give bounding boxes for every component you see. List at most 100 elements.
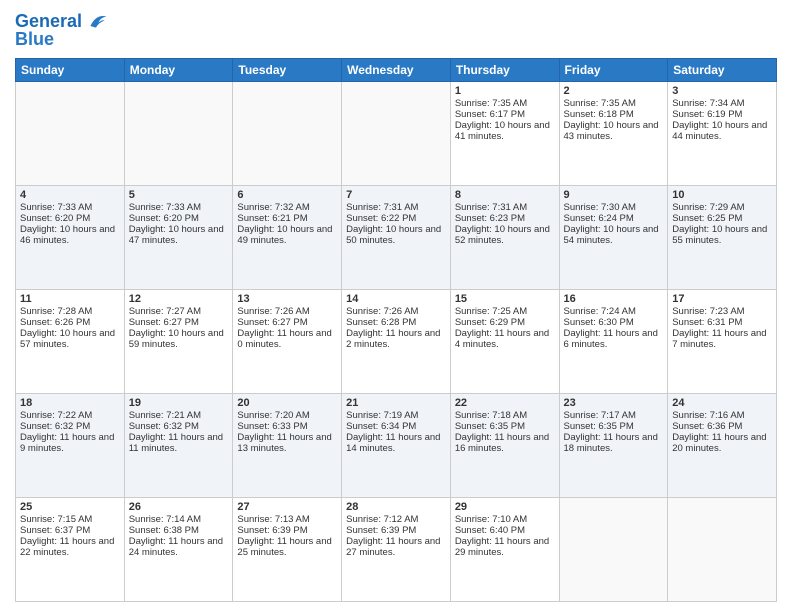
day-info-line: Sunset: 6:17 PM	[455, 109, 555, 120]
day-number: 11	[20, 293, 120, 305]
day-info-line: Daylight: 11 hours and 25 minutes.	[237, 536, 337, 558]
day-info-line: Sunrise: 7:29 AM	[672, 202, 772, 213]
day-info-line: Daylight: 11 hours and 11 minutes.	[129, 432, 229, 454]
day-number: 5	[129, 189, 229, 201]
day-info-line: Daylight: 10 hours and 47 minutes.	[129, 224, 229, 246]
day-number: 12	[129, 293, 229, 305]
day-info-line: Daylight: 10 hours and 55 minutes.	[672, 224, 772, 246]
day-info-line: Sunset: 6:32 PM	[20, 421, 120, 432]
day-number: 1	[455, 85, 555, 97]
day-info-line: Sunrise: 7:16 AM	[672, 410, 772, 421]
day-info-line: Sunset: 6:20 PM	[129, 213, 229, 224]
day-info-line: Sunrise: 7:10 AM	[455, 514, 555, 525]
day-number: 23	[564, 397, 664, 409]
week-row-4: 18Sunrise: 7:22 AMSunset: 6:32 PMDayligh…	[16, 393, 777, 497]
day-info-line: Daylight: 11 hours and 2 minutes.	[346, 328, 446, 350]
calendar-header-row: SundayMondayTuesdayWednesdayThursdayFrid…	[16, 58, 777, 81]
day-info-line: Daylight: 10 hours and 50 minutes.	[346, 224, 446, 246]
calendar-cell: 8Sunrise: 7:31 AMSunset: 6:23 PMDaylight…	[450, 185, 559, 289]
day-info-line: Sunrise: 7:21 AM	[129, 410, 229, 421]
calendar-cell: 2Sunrise: 7:35 AMSunset: 6:18 PMDaylight…	[559, 81, 668, 185]
day-info-line: Daylight: 11 hours and 29 minutes.	[455, 536, 555, 558]
day-number: 13	[237, 293, 337, 305]
day-number: 18	[20, 397, 120, 409]
day-info-line: Sunset: 6:21 PM	[237, 213, 337, 224]
day-number: 20	[237, 397, 337, 409]
day-info-line: Sunset: 6:30 PM	[564, 317, 664, 328]
day-info-line: Sunset: 6:24 PM	[564, 213, 664, 224]
day-header-thursday: Thursday	[450, 58, 559, 81]
day-info-line: Daylight: 10 hours and 43 minutes.	[564, 120, 664, 142]
calendar-cell: 13Sunrise: 7:26 AMSunset: 6:27 PMDayligh…	[233, 289, 342, 393]
calendar-cell: 1Sunrise: 7:35 AMSunset: 6:17 PMDaylight…	[450, 81, 559, 185]
day-info-line: Sunrise: 7:26 AM	[237, 306, 337, 317]
day-info-line: Sunset: 6:36 PM	[672, 421, 772, 432]
day-info-line: Daylight: 11 hours and 24 minutes.	[129, 536, 229, 558]
week-row-1: 1Sunrise: 7:35 AMSunset: 6:17 PMDaylight…	[16, 81, 777, 185]
day-info-line: Sunset: 6:20 PM	[20, 213, 120, 224]
logo-blue-text: Blue	[15, 30, 54, 50]
day-number: 14	[346, 293, 446, 305]
day-info-line: Sunset: 6:23 PM	[455, 213, 555, 224]
day-info-line: Daylight: 10 hours and 52 minutes.	[455, 224, 555, 246]
calendar-cell: 18Sunrise: 7:22 AMSunset: 6:32 PMDayligh…	[16, 393, 125, 497]
day-number: 29	[455, 501, 555, 513]
day-header-tuesday: Tuesday	[233, 58, 342, 81]
week-row-5: 25Sunrise: 7:15 AMSunset: 6:37 PMDayligh…	[16, 497, 777, 601]
day-info-line: Sunset: 6:39 PM	[237, 525, 337, 536]
day-info-line: Sunrise: 7:12 AM	[346, 514, 446, 525]
day-info-line: Daylight: 11 hours and 9 minutes.	[20, 432, 120, 454]
day-info-line: Sunrise: 7:13 AM	[237, 514, 337, 525]
day-info-line: Daylight: 10 hours and 57 minutes.	[20, 328, 120, 350]
day-info-line: Daylight: 11 hours and 7 minutes.	[672, 328, 772, 350]
calendar-cell: 4Sunrise: 7:33 AMSunset: 6:20 PMDaylight…	[16, 185, 125, 289]
day-info-line: Daylight: 11 hours and 27 minutes.	[346, 536, 446, 558]
page: General Blue SundayMondayTuesdayWednesda…	[0, 0, 792, 612]
day-info-line: Daylight: 10 hours and 46 minutes.	[20, 224, 120, 246]
day-info-line: Sunset: 6:22 PM	[346, 213, 446, 224]
day-number: 7	[346, 189, 446, 201]
week-row-3: 11Sunrise: 7:28 AMSunset: 6:26 PMDayligh…	[16, 289, 777, 393]
calendar-cell: 28Sunrise: 7:12 AMSunset: 6:39 PMDayligh…	[342, 497, 451, 601]
day-number: 19	[129, 397, 229, 409]
header: General Blue	[15, 10, 777, 50]
day-info-line: Sunset: 6:35 PM	[564, 421, 664, 432]
day-info-line: Sunrise: 7:33 AM	[20, 202, 120, 213]
day-info-line: Sunrise: 7:33 AM	[129, 202, 229, 213]
day-info-line: Daylight: 10 hours and 49 minutes.	[237, 224, 337, 246]
calendar-cell: 20Sunrise: 7:20 AMSunset: 6:33 PMDayligh…	[233, 393, 342, 497]
day-info-line: Sunrise: 7:28 AM	[20, 306, 120, 317]
day-number: 8	[455, 189, 555, 201]
day-info-line: Daylight: 10 hours and 54 minutes.	[564, 224, 664, 246]
day-number: 22	[455, 397, 555, 409]
day-info-line: Sunrise: 7:22 AM	[20, 410, 120, 421]
day-info-line: Sunset: 6:29 PM	[455, 317, 555, 328]
week-row-2: 4Sunrise: 7:33 AMSunset: 6:20 PMDaylight…	[16, 185, 777, 289]
day-info-line: Daylight: 10 hours and 59 minutes.	[129, 328, 229, 350]
calendar-cell: 15Sunrise: 7:25 AMSunset: 6:29 PMDayligh…	[450, 289, 559, 393]
day-info-line: Sunrise: 7:26 AM	[346, 306, 446, 317]
day-header-sunday: Sunday	[16, 58, 125, 81]
day-info-line: Sunset: 6:39 PM	[346, 525, 446, 536]
logo: General Blue	[15, 10, 108, 50]
day-info-line: Sunrise: 7:31 AM	[455, 202, 555, 213]
day-header-saturday: Saturday	[668, 58, 777, 81]
calendar-cell	[233, 81, 342, 185]
day-info-line: Sunrise: 7:32 AM	[237, 202, 337, 213]
day-info-line: Sunrise: 7:18 AM	[455, 410, 555, 421]
day-number: 9	[564, 189, 664, 201]
calendar-cell: 24Sunrise: 7:16 AMSunset: 6:36 PMDayligh…	[668, 393, 777, 497]
calendar-cell: 25Sunrise: 7:15 AMSunset: 6:37 PMDayligh…	[16, 497, 125, 601]
day-info-line: Sunrise: 7:19 AM	[346, 410, 446, 421]
calendar-cell: 21Sunrise: 7:19 AMSunset: 6:34 PMDayligh…	[342, 393, 451, 497]
day-info-line: Daylight: 10 hours and 41 minutes.	[455, 120, 555, 142]
calendar-cell	[668, 497, 777, 601]
day-info-line: Daylight: 11 hours and 20 minutes.	[672, 432, 772, 454]
calendar-cell: 22Sunrise: 7:18 AMSunset: 6:35 PMDayligh…	[450, 393, 559, 497]
day-info-line: Sunset: 6:28 PM	[346, 317, 446, 328]
calendar-cell: 3Sunrise: 7:34 AMSunset: 6:19 PMDaylight…	[668, 81, 777, 185]
day-info-line: Daylight: 11 hours and 6 minutes.	[564, 328, 664, 350]
day-info-line: Sunset: 6:26 PM	[20, 317, 120, 328]
calendar-cell	[342, 81, 451, 185]
day-info-line: Sunrise: 7:35 AM	[564, 98, 664, 109]
